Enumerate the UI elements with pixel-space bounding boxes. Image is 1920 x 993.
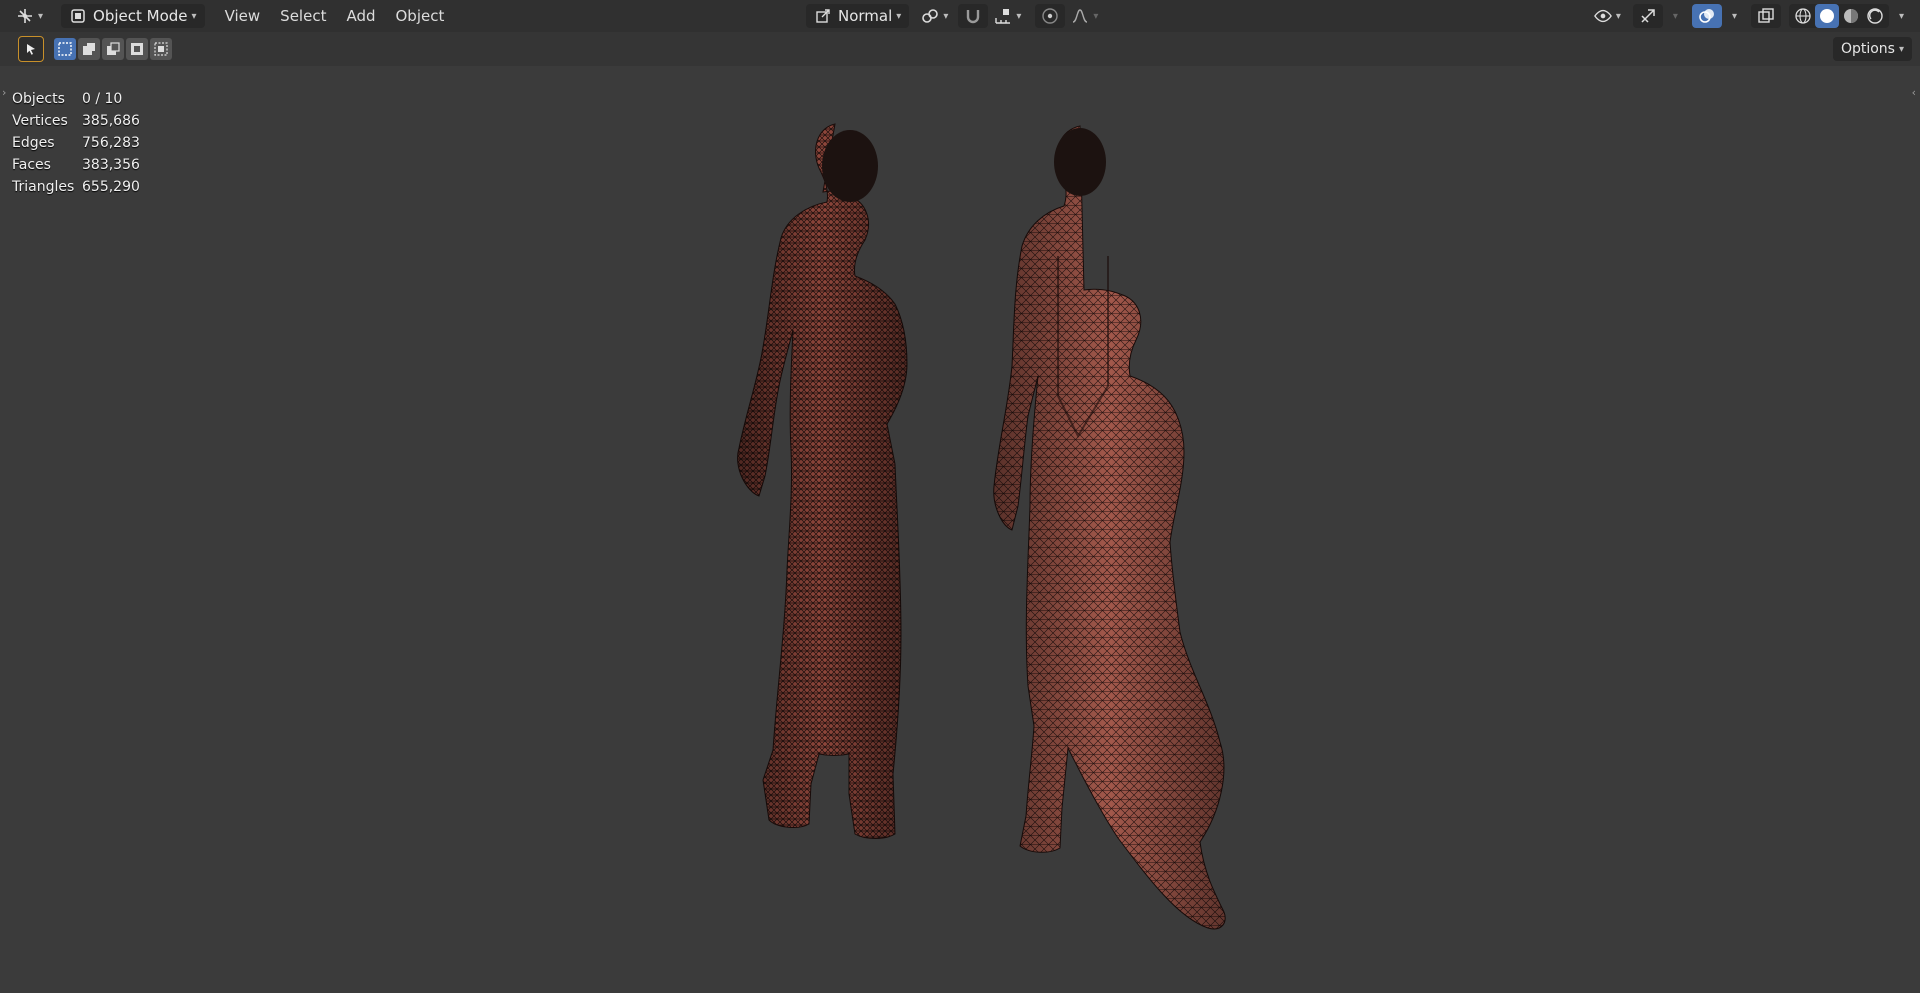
- gizmo-icon: [1639, 7, 1657, 25]
- chevron-down-icon: ▾: [1016, 10, 1022, 22]
- wireframe-shading-button[interactable]: [1791, 4, 1815, 28]
- orientation-label: Normal: [838, 7, 893, 25]
- material-sphere-icon: [1842, 7, 1860, 25]
- material-preview-button[interactable]: [1839, 4, 1863, 28]
- select-subtract-button[interactable]: [102, 38, 124, 60]
- options-label: Options: [1840, 41, 1895, 57]
- chevron-down-icon: ▾: [1093, 10, 1099, 22]
- selectability-visibility-dropdown[interactable]: ▾: [1588, 4, 1627, 28]
- rendered-sphere-icon: [1866, 7, 1884, 25]
- menu-object[interactable]: Object: [386, 4, 455, 28]
- proportional-editing-toggle[interactable]: [1035, 4, 1066, 28]
- figure-right-mesh[interactable]: [993, 125, 1226, 930]
- magnet-icon: [964, 7, 982, 25]
- select-tool-button[interactable]: [18, 36, 44, 62]
- overlays-toggle[interactable]: [1691, 4, 1722, 28]
- select-extend-icon: [80, 40, 98, 58]
- select-intersect-button[interactable]: [150, 38, 172, 60]
- chevron-down-icon: ▾: [38, 10, 44, 22]
- chevron-down-icon: ▾: [1672, 10, 1678, 22]
- mode-label: Object Mode: [93, 7, 188, 25]
- solid-shading-button[interactable]: [1814, 4, 1839, 28]
- link-icon: [921, 7, 939, 25]
- select-intersect-icon: [152, 40, 170, 58]
- transform-orientation-dropdown[interactable]: Normal ▾: [806, 4, 910, 28]
- chevron-down-icon: ▾: [1898, 43, 1904, 55]
- pivot-point-button[interactable]: ▾: [915, 4, 954, 28]
- viewport-header: ▾ Object Mode ▾ View Select Add Object N…: [0, 0, 1920, 32]
- snap-increment-icon: [994, 7, 1012, 25]
- chevron-down-icon: ▾: [943, 10, 949, 22]
- menu-select[interactable]: Select: [270, 4, 336, 28]
- gizmo-dropdown[interactable]: ▾: [1663, 4, 1684, 28]
- shading-mode-group: [1788, 4, 1889, 28]
- snap-target-dropdown[interactable]: ▾: [988, 4, 1027, 28]
- tool-settings-bar: [0, 32, 1920, 66]
- shading-dropdown[interactable]: ▾: [1889, 4, 1910, 28]
- select-invert-button[interactable]: [126, 38, 148, 60]
- xray-icon: [1757, 7, 1775, 25]
- wireframe-sphere-icon: [1794, 7, 1812, 25]
- scene-meshes[interactable]: [0, 66, 1920, 993]
- chevron-down-icon: ▾: [896, 10, 902, 22]
- editor-type-button[interactable]: ▾: [10, 4, 49, 28]
- select-new-button[interactable]: [54, 38, 76, 60]
- xray-toggle[interactable]: [1750, 4, 1781, 28]
- overlay-icon: [1698, 7, 1716, 25]
- selection-mode-group: [54, 38, 174, 60]
- chevron-down-icon: ▾: [1615, 10, 1621, 22]
- rendered-shading-button[interactable]: [1863, 4, 1887, 28]
- object-mode-icon: [69, 7, 87, 25]
- select-set-icon: [56, 40, 74, 58]
- options-dropdown[interactable]: Options ▾: [1832, 37, 1912, 61]
- blender-3d-viewport-window: ▾ Object Mode ▾ View Select Add Object N…: [0, 0, 1920, 993]
- menu-add[interactable]: Add: [336, 4, 385, 28]
- gizmo-toggle[interactable]: [1632, 4, 1663, 28]
- menu-view[interactable]: View: [215, 4, 271, 28]
- eye-icon: [1593, 7, 1612, 25]
- chevron-down-icon: ▾: [191, 10, 197, 22]
- chevron-down-icon: ▾: [1898, 10, 1904, 22]
- proportional-falloff-dropdown[interactable]: ▾: [1065, 4, 1104, 28]
- select-invert-icon: [128, 40, 146, 58]
- cursor-arrow-icon: [22, 40, 40, 58]
- proportional-edit-icon: [1041, 7, 1059, 25]
- orientation-icon: [814, 7, 832, 25]
- figure-left-mesh[interactable]: [737, 123, 908, 839]
- select-subtract-icon: [104, 40, 122, 58]
- chevron-down-icon: ▾: [1731, 10, 1737, 22]
- falloff-curve-icon: [1071, 7, 1089, 25]
- select-extend-button[interactable]: [78, 38, 100, 60]
- interaction-mode-dropdown[interactable]: Object Mode ▾: [61, 4, 205, 28]
- snap-toggle[interactable]: [958, 4, 989, 28]
- solid-sphere-icon: [1818, 7, 1836, 25]
- overlays-dropdown[interactable]: ▾: [1722, 4, 1743, 28]
- axis-gizmo-icon: [16, 7, 34, 25]
